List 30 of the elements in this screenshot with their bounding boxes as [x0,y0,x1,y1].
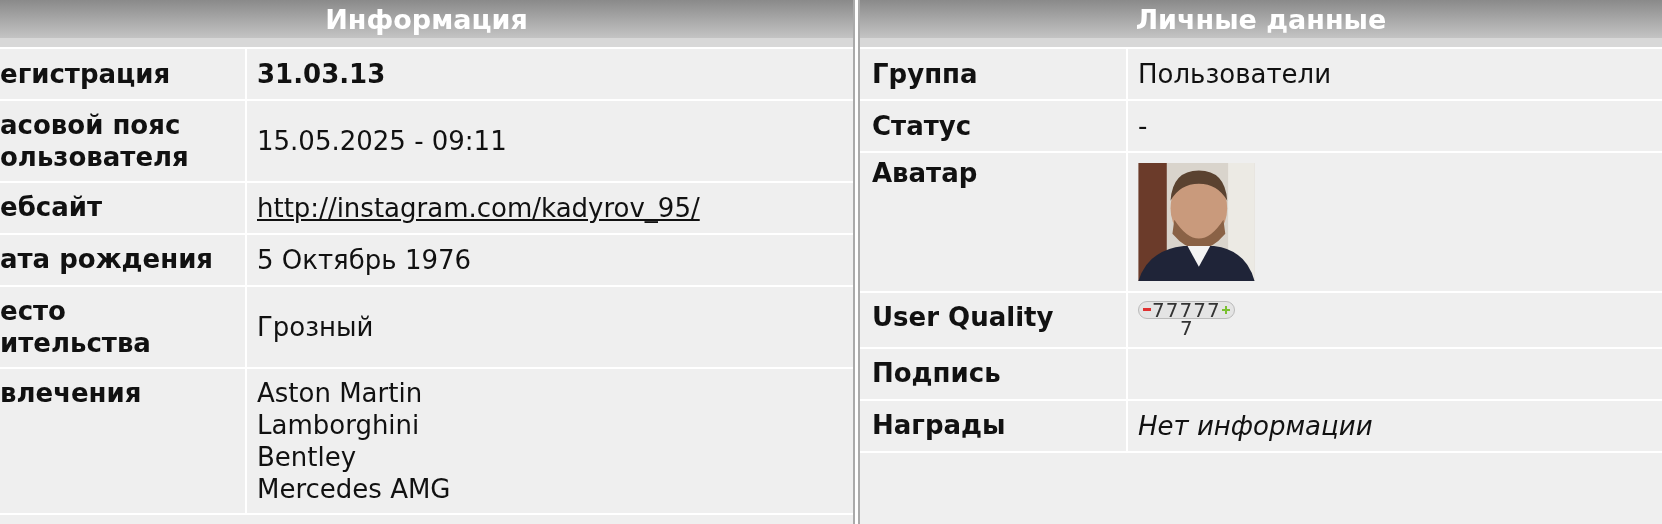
field-value: Грозный [257,311,374,344]
field-value: 15.05.2025 - 09:11 [257,125,507,158]
panel-header: Информация [0,0,853,38]
panel-header: Личные данные [860,0,1662,38]
rating-value: 77777 [1152,302,1221,318]
field-value: - [1138,110,1148,143]
field-label: есто ительства [0,295,151,359]
website-link[interactable]: http://instagram.com/kadyrov_95/ [257,191,700,225]
field-label: User Quality [872,301,1054,333]
field-label: егистрация [0,58,171,90]
field-label: асовой пояс ользователя [0,109,189,173]
hobby-item: Mercedes AMG [257,473,451,505]
hobby-item: Aston Martin [257,377,423,409]
hobby-item: Lamborghini [257,409,420,441]
field-label: влечения [0,377,142,409]
rating-count: 7 [1180,319,1193,337]
hobby-item: Bentley [257,441,357,473]
field-label: ебсайт [0,191,103,223]
field-label: Подпись [872,357,1001,389]
field-label: Аватар [872,157,978,189]
field-label: ата рождения [0,243,214,275]
field-label: Награды [872,409,1006,441]
field-label: Группа [872,58,978,90]
field-value: Нет информации [1138,410,1373,443]
field-value: 31.03.13 [257,58,386,91]
field-label: Статус [872,110,972,142]
field-value: Пользователи [1138,58,1332,91]
field-value: 5 Октябрь 1976 [257,244,472,277]
rating-bar[interactable]: 77777 [1138,301,1235,319]
minus-icon[interactable] [1143,308,1151,312]
